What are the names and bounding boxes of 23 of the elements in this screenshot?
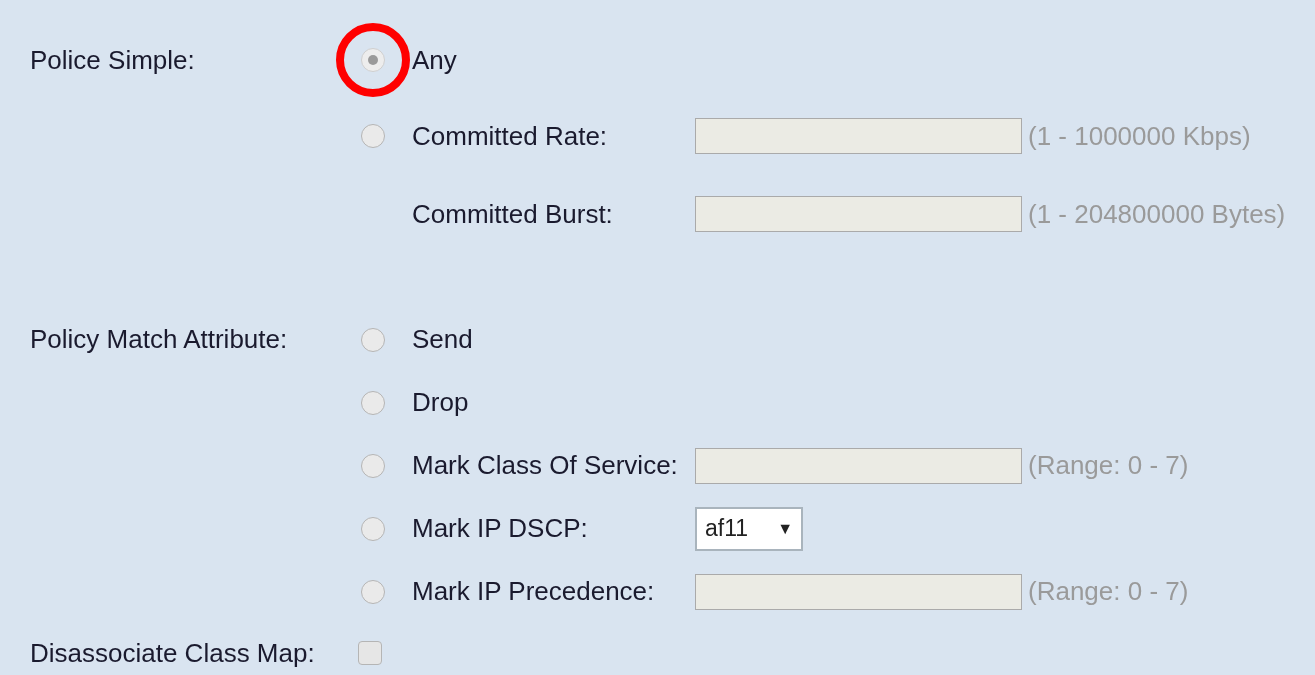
option-label: Mark IP DSCP: <box>412 513 588 543</box>
radio-button[interactable] <box>361 453 385 478</box>
radio-button[interactable] <box>361 327 385 352</box>
checkbox[interactable] <box>358 641 382 665</box>
option-label: Committed Burst: <box>412 198 613 229</box>
option-label: Mark IP Precedence: <box>412 576 655 606</box>
option-label: Any <box>412 44 457 75</box>
option-label: Send <box>412 324 473 354</box>
option-label: Drop <box>412 387 469 417</box>
range-hint: (1 - 1000000 Kbps) <box>1028 120 1251 151</box>
range-hint: (1 - 204800000 Bytes) <box>1028 198 1286 229</box>
radio-button[interactable] <box>361 124 385 148</box>
section-label: Police Simple: <box>30 44 195 75</box>
section-label: Policy Match Attribute: <box>30 324 288 354</box>
radio-button[interactable] <box>361 390 385 415</box>
checkbox-label: Disassociate Class Map: <box>30 636 316 670</box>
range-hint: (Range: 0 - 7) <box>1028 450 1189 480</box>
radio-button[interactable] <box>361 516 385 541</box>
option-label: Mark Class Of Service: <box>412 450 678 480</box>
option-label: Committed Rate: <box>412 120 608 151</box>
range-hint: (Range: 0 - 7) <box>1028 576 1189 606</box>
radio-button[interactable] <box>361 579 385 604</box>
dropdown[interactable]: af11 ▼ <box>695 506 803 551</box>
